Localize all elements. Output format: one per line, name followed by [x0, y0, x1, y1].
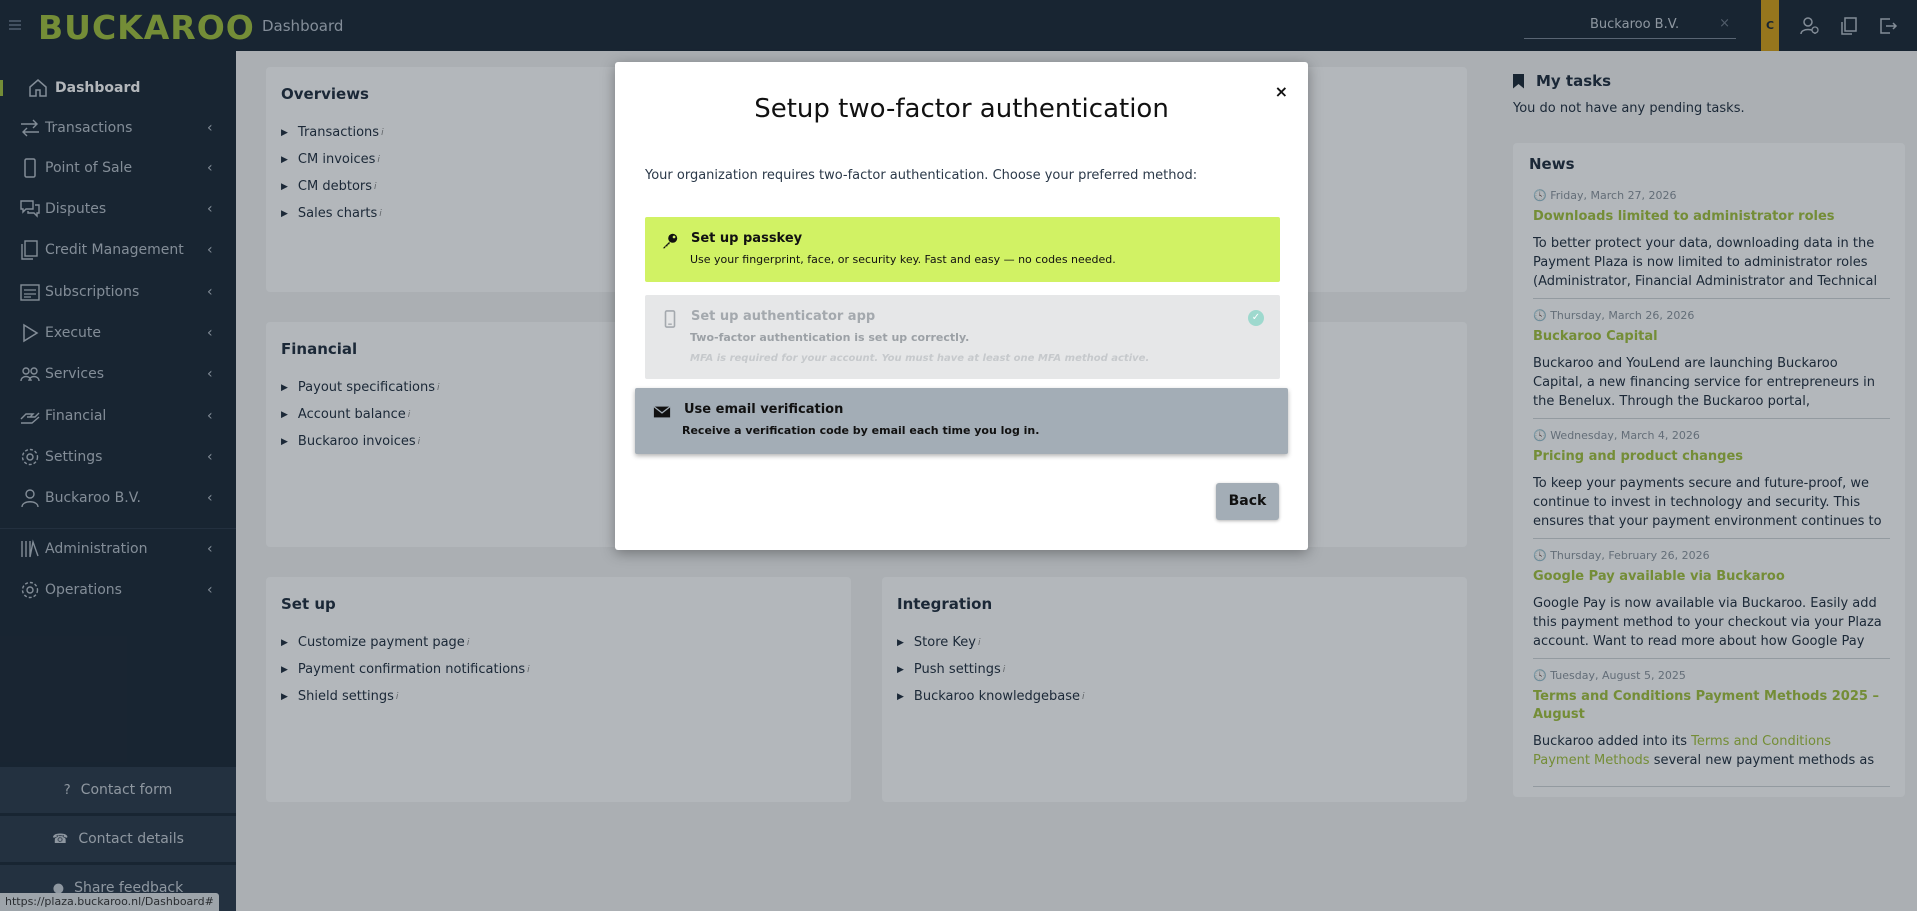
back-button[interactable]: Back: [1216, 483, 1279, 520]
option-title: Set up authenticator app: [691, 309, 876, 324]
phone-icon: [664, 310, 676, 328]
passkey-option[interactable]: Set up passkey Use your fingerprint, fac…: [645, 217, 1280, 282]
option-description: Receive a verification code by email eac…: [682, 424, 1040, 437]
check-icon: ✓: [1248, 310, 1264, 326]
email-option[interactable]: Use email verification Receive a verific…: [635, 388, 1288, 454]
option-description: Two-factor authentication is set up corr…: [690, 331, 970, 344]
modal-title: Setup two-factor authentication: [754, 94, 1169, 124]
option-title: Set up passkey: [691, 231, 803, 246]
option-note: MFA is required for your account. You mu…: [690, 353, 1150, 364]
envelope-icon: [653, 406, 671, 418]
key-icon: [662, 233, 678, 249]
authenticator-option: Set up authenticator app Two-factor auth…: [645, 295, 1280, 379]
modal-intro: Your organization requires two-factor au…: [645, 168, 1198, 183]
option-description: Use your fingerprint, face, or security …: [690, 253, 1116, 266]
option-title: Use email verification: [684, 402, 844, 417]
two-factor-modal: × Setup two-factor authentication Your o…: [615, 62, 1308, 550]
